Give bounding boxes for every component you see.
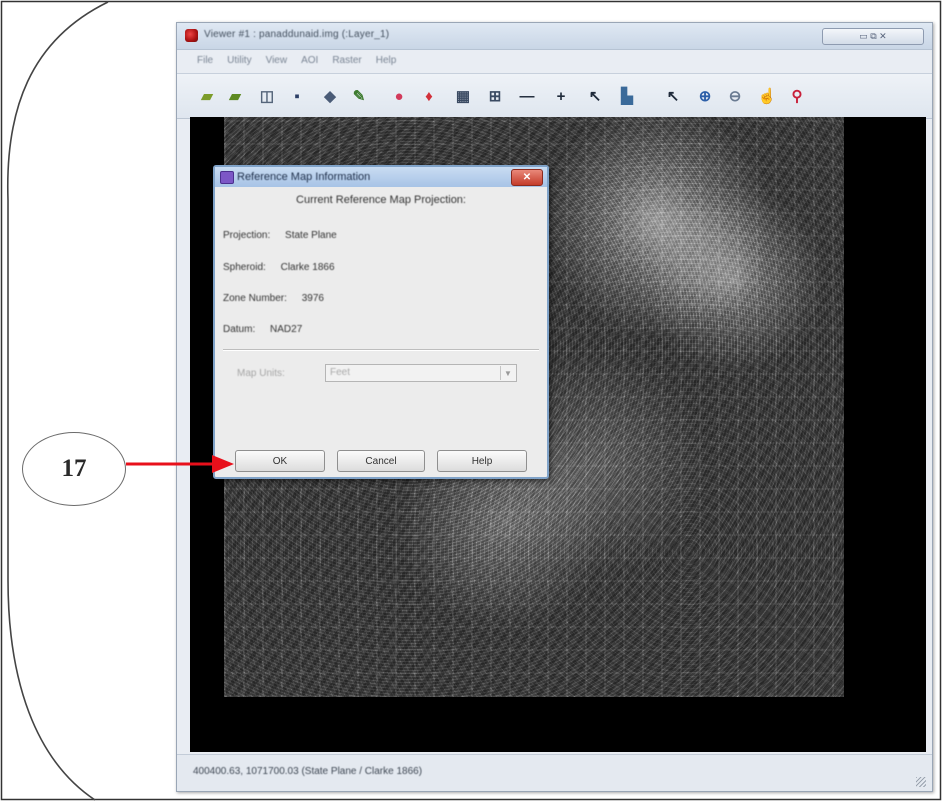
measure-icon[interactable]: ♦: [419, 86, 439, 106]
step-callout: 17: [22, 432, 126, 506]
zone-number-value: 3976: [301, 293, 324, 304]
pencil-icon[interactable]: ✎: [349, 86, 369, 106]
chevron-down-icon: ▼: [500, 366, 515, 380]
projection-value: State Plane: [285, 230, 337, 241]
window-controls[interactable]: ▭ ⧉ ✕: [822, 28, 924, 45]
dialog-divider: [223, 349, 539, 351]
magnify-in-icon[interactable]: ⊕: [695, 86, 715, 106]
open-folder-icon[interactable]: ▰: [197, 86, 217, 106]
info-icon[interactable]: ●: [389, 86, 409, 106]
map-units-value: Feet: [330, 367, 351, 378]
grid-icon[interactable]: ▦: [453, 86, 473, 106]
toolbar: ▰ ▰ ◫ ▪ ◆ ✎ ● ♦ ▦ ⊞ — + ↖ ▙ ↖ ⊕ ⊖ ☝ ⚲: [177, 73, 932, 119]
projection-row: Projection: State Plane: [223, 230, 337, 241]
zoom-in-icon[interactable]: +: [551, 86, 571, 106]
spheroid-value: Clarke 1866: [280, 262, 335, 273]
print-icon[interactable]: ◆: [320, 86, 340, 106]
projection-label: Projection:: [223, 230, 271, 241]
map-units-label: Map Units:: [237, 368, 285, 379]
menu-bar: File Utility View AOI Raster Help: [177, 50, 932, 70]
dialog-app-icon: [220, 171, 234, 184]
menu-file[interactable]: File: [197, 55, 213, 66]
ok-button[interactable]: OK: [235, 450, 325, 472]
select-arrow-icon[interactable]: ↖: [663, 86, 683, 106]
inquire-icon[interactable]: ⚲: [787, 86, 807, 106]
menu-aoi[interactable]: AOI: [301, 55, 318, 66]
dialog-titlebar[interactable]: Reference Map Information ✕: [215, 167, 547, 187]
menu-raster[interactable]: Raster: [332, 55, 361, 66]
callout-arrow-icon: [126, 455, 234, 473]
zone-number-label: Zone Number:: [223, 293, 287, 304]
open-layer-icon[interactable]: ▰: [225, 86, 245, 106]
cancel-button[interactable]: Cancel: [337, 450, 425, 472]
status-coordinates: 400400.63, 1071700.03 (State Plane / Cla…: [193, 766, 423, 777]
fit-icon[interactable]: ⊞: [485, 86, 505, 106]
menu-view[interactable]: View: [266, 55, 288, 66]
save-icon[interactable]: ▪: [287, 86, 307, 106]
chart-icon[interactable]: ▙: [617, 86, 637, 106]
dialog-heading: Current Reference Map Projection:: [296, 194, 466, 206]
zone-number-row: Zone Number: 3976: [223, 293, 324, 304]
clear-view-icon[interactable]: ◫: [257, 86, 277, 106]
datum-label: Datum:: [223, 324, 256, 335]
menu-utility[interactable]: Utility: [227, 55, 251, 66]
spheroid-label: Spheroid:: [223, 262, 266, 273]
hand-icon[interactable]: ☝: [757, 86, 777, 106]
menu-help[interactable]: Help: [376, 55, 397, 66]
status-bar: 400400.63, 1071700.03 (State Plane / Cla…: [177, 754, 932, 791]
zoom-out-icon[interactable]: —: [517, 86, 537, 106]
resize-grip-icon[interactable]: [916, 777, 926, 787]
reference-map-dialog: Reference Map Information ✕ Current Refe…: [213, 165, 549, 479]
map-units-select[interactable]: Feet ▼: [325, 364, 517, 382]
window-titlebar: Viewer #1 : panaddunaid.img (:Layer_1) ▭…: [177, 23, 932, 50]
magnify-out-icon[interactable]: ⊖: [725, 86, 745, 106]
spheroid-row: Spheroid: Clarke 1866: [223, 262, 335, 273]
step-number: 17: [61, 455, 87, 482]
datum-row: Datum: NAD27: [223, 324, 302, 335]
app-icon: [185, 29, 198, 42]
datum-value: NAD27: [270, 324, 303, 335]
help-button[interactable]: Help: [437, 450, 527, 472]
pointer-tool-icon[interactable]: ↖: [585, 86, 605, 106]
dialog-title: Reference Map Information: [237, 171, 371, 183]
window-title: Viewer #1 : panaddunaid.img (:Layer_1): [204, 29, 390, 40]
close-button[interactable]: ✕: [511, 169, 543, 186]
